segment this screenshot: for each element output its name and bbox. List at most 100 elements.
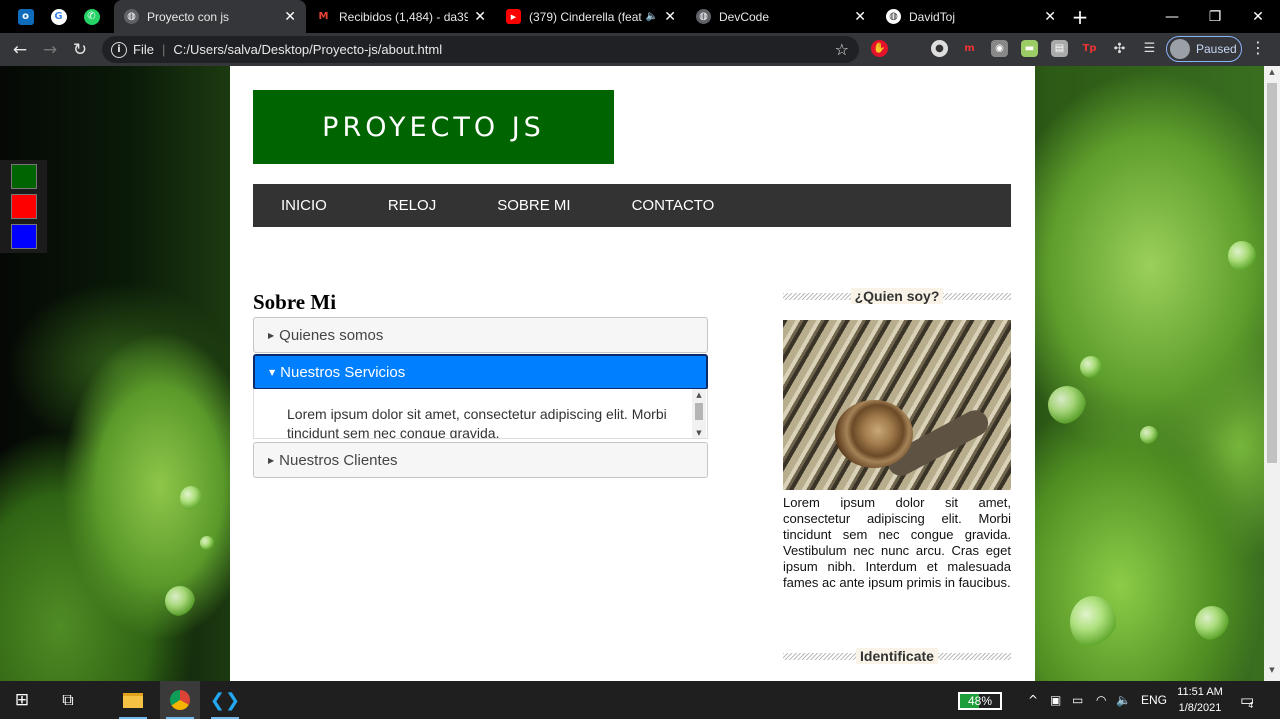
accordion-panel: Lorem ipsum dolor sit amet, consectetur … xyxy=(253,389,708,439)
language-indicator[interactable]: ENG xyxy=(1141,681,1167,719)
nav-link-inicio[interactable]: INICIO xyxy=(281,197,327,214)
address-bar[interactable]: i File | C:/Users/salva/Desktop/Proyecto… xyxy=(102,36,859,63)
battery-indicator[interactable]: 48% xyxy=(958,692,1002,710)
tab-devcode[interactable]: ◍ DevCode ✕ xyxy=(686,0,876,33)
vscode-icon[interactable]: ❮❯ xyxy=(205,681,245,719)
water-drop xyxy=(1195,606,1229,640)
water-drop xyxy=(1140,426,1158,444)
volume-icon[interactable]: 🔈 xyxy=(1116,681,1134,719)
section-title: Sobre Mi xyxy=(253,290,337,314)
circle-extension-icon[interactable]: ● xyxy=(931,40,948,57)
scroll-thumb[interactable] xyxy=(695,403,703,420)
page-scrollbar[interactable]: ▲ ▼ xyxy=(1264,66,1280,681)
tab-title: (379) Cinderella (feat. xyxy=(529,9,642,24)
address-url[interactable]: C:/Users/salva/Desktop/Proyecto-js/about… xyxy=(173,42,834,57)
pinned-tab-outlook[interactable]: o xyxy=(11,0,40,33)
extensions-puzzle-icon[interactable]: ✣ xyxy=(1111,40,1128,57)
snail-shell xyxy=(835,400,913,468)
page-scroll-thumb[interactable] xyxy=(1267,83,1277,463)
accordion-header-nuestros-servicios[interactable]: ▼ Nuestros Servicios xyxy=(253,354,708,390)
wifi-icon[interactable]: ◠ xyxy=(1096,681,1112,719)
close-icon[interactable]: ✕ xyxy=(474,9,486,25)
tab-gmail[interactable]: M Recibidos (1,484) - da3909 ✕ xyxy=(306,0,496,33)
reload-button[interactable]: ↻ xyxy=(65,35,95,65)
tab-title: Recibidos (1,484) - da3909 xyxy=(339,9,469,24)
chrome-icon[interactable] xyxy=(160,681,200,719)
scroll-down-icon[interactable]: ▼ xyxy=(1264,666,1280,674)
nav-link-reloj[interactable]: RELOJ xyxy=(388,197,436,214)
tab-davidtoj[interactable]: ◍ DavidToj ✕ xyxy=(876,0,1066,33)
sidebar-heading: ¿Quien soy? xyxy=(783,286,1012,306)
tab-title: Proyecto con js xyxy=(147,9,230,24)
info-icon[interactable]: i xyxy=(111,41,127,58)
tray-chevron-icon[interactable]: ^ xyxy=(1028,681,1042,719)
water-drop xyxy=(1080,356,1102,378)
browser-menu-icon[interactable]: ⋮ xyxy=(1250,38,1266,57)
clock-date: 1/8/2021 xyxy=(1178,702,1222,714)
water-drop xyxy=(1048,386,1086,424)
forward-button[interactable]: → xyxy=(35,35,65,65)
sidebar-text: Lorem ipsum dolor sit amet, consectetur … xyxy=(783,495,1011,590)
close-icon[interactable]: ✕ xyxy=(1044,9,1056,25)
sidebar-heading-2-label: Identificate xyxy=(856,648,938,664)
panel-scrollbar[interactable]: ▲ ▼ xyxy=(692,389,706,438)
heading-stripe xyxy=(783,292,851,300)
back-button[interactable]: ← xyxy=(5,35,35,65)
globe-icon: ◍ xyxy=(886,9,901,24)
battery-icon[interactable]: ▭ xyxy=(1072,681,1090,719)
water-drop xyxy=(1070,596,1116,648)
new-tab-button[interactable]: + xyxy=(1066,5,1094,29)
chat-extension-icon[interactable]: ▬ xyxy=(1021,40,1038,57)
tab-title: DevCode xyxy=(719,9,770,24)
accordion-header-quienes-somos[interactable]: ▶ Quienes somos xyxy=(253,317,708,353)
tab-proyecto[interactable]: ◍ Proyecto con js ✕ xyxy=(114,0,306,33)
accordion-header-nuestros-clientes[interactable]: ▶ Nuestros Clientes xyxy=(253,442,708,478)
windows-start-icon[interactable]: ⊞ xyxy=(0,681,44,719)
maximize-button[interactable]: ❐ xyxy=(1193,0,1237,33)
profile-status: Paused xyxy=(1196,42,1237,56)
close-window-button[interactable]: ✕ xyxy=(1236,0,1280,33)
scroll-up-icon[interactable]: ▲ xyxy=(1264,68,1280,76)
site-logo[interactable]: PROYECTO JS xyxy=(253,90,614,164)
water-drop xyxy=(165,586,195,616)
bookmark-star-icon[interactable]: ☆ xyxy=(835,40,849,59)
close-icon[interactable]: ✕ xyxy=(664,9,676,25)
taskbar-clock[interactable]: 11:51 AM 1/8/2021 xyxy=(1170,684,1230,716)
nav-link-contacto[interactable]: CONTACTO xyxy=(632,197,715,214)
tab-youtube[interactable]: ▶ (379) Cinderella (feat. 🔈 ✕ xyxy=(496,0,686,33)
accordion-title: Nuestros Clientes xyxy=(279,451,398,469)
close-icon[interactable]: ✕ xyxy=(284,9,296,25)
printer-extension-icon[interactable]: ▤ xyxy=(1051,40,1068,57)
notifications-icon[interactable]: ▭ 4 xyxy=(1240,681,1264,719)
task-view-icon[interactable]: ⧉ xyxy=(48,681,88,719)
scroll-down-icon[interactable]: ▼ xyxy=(692,427,706,438)
m-extension-icon[interactable]: m xyxy=(961,40,978,57)
swatch-red[interactable] xyxy=(11,194,37,219)
meet-now-icon[interactable]: ▣ xyxy=(1050,681,1066,719)
media-control-icon[interactable]: ☰ xyxy=(1141,40,1158,57)
water-drop xyxy=(180,486,202,510)
scroll-up-icon[interactable]: ▲ xyxy=(692,389,706,401)
youtube-icon: ▶ xyxy=(506,9,521,24)
pinned-tab-google[interactable]: G xyxy=(44,0,73,33)
caret-down-icon: ▼ xyxy=(269,367,276,377)
pinned-tab-whatsapp[interactable]: ✆ xyxy=(77,0,106,33)
water-drop xyxy=(200,536,214,550)
swatch-blue[interactable] xyxy=(11,224,37,249)
adblock-extension-icon[interactable]: ✋ xyxy=(871,40,888,57)
sidebar-heading-2: Identificate xyxy=(783,646,1011,666)
globe-icon: ◍ xyxy=(696,9,711,24)
tp-extension-icon[interactable]: Tp xyxy=(1081,40,1098,57)
swatch-green[interactable] xyxy=(11,164,37,189)
profile-button[interactable]: Paused xyxy=(1166,36,1242,62)
outlook-icon: o xyxy=(17,8,34,25)
clock-time: 11:51 AM xyxy=(1177,686,1223,698)
close-icon[interactable]: ✕ xyxy=(854,9,866,25)
tab-title: DavidToj xyxy=(909,9,956,24)
audio-icon[interactable]: 🔈 xyxy=(646,11,658,22)
minimize-button[interactable]: — xyxy=(1150,0,1194,33)
file-explorer-icon[interactable] xyxy=(113,681,153,719)
camera-extension-icon[interactable]: ◉ xyxy=(991,40,1008,57)
accordion-title: Nuestros Servicios xyxy=(280,363,406,381)
nav-link-sobre-mi[interactable]: SOBRE MI xyxy=(497,197,570,214)
